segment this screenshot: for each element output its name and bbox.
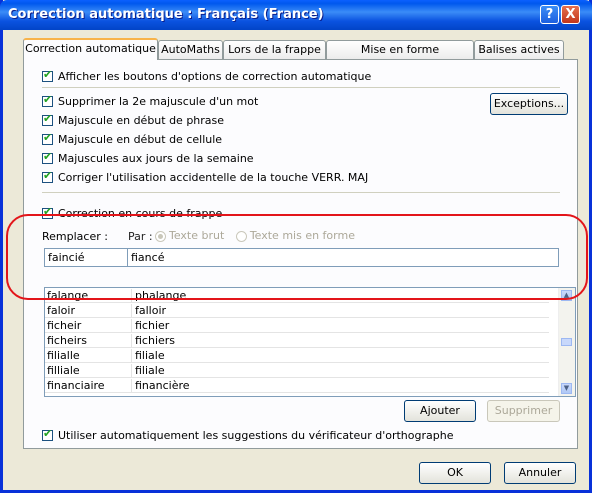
caps-lock-checkbox[interactable]: ✔ Corriger l'utilisation accidentelle de… bbox=[42, 169, 369, 184]
add-button[interactable]: Ajouter bbox=[404, 400, 476, 422]
list-item[interactable]: ficheir fichier bbox=[45, 319, 549, 333]
spellcheck-suggestions-label: Utiliser automatiquement les suggestions… bbox=[58, 429, 454, 442]
weekday-capital-checkbox[interactable]: ✔ Majuscules aux jours de la semaine bbox=[42, 150, 254, 165]
exceptions-button[interactable]: Exceptions... bbox=[490, 93, 568, 115]
checkbox-icon: ✔ bbox=[42, 427, 53, 441]
scroll-up-icon[interactable]: ▲ bbox=[561, 290, 572, 301]
tab-automaths[interactable]: AutoMaths bbox=[158, 40, 223, 59]
separator bbox=[42, 192, 560, 193]
list-item[interactable]: ficheirs fichiers bbox=[45, 334, 549, 348]
checkbox-icon: ✔ bbox=[42, 169, 53, 183]
checkbox-icon: ✔ bbox=[42, 68, 53, 82]
checkbox-icon: ✔ bbox=[42, 112, 53, 126]
scroll-thumb[interactable] bbox=[561, 338, 572, 346]
checkbox-icon: ✔ bbox=[42, 93, 53, 107]
sentence-capital-checkbox[interactable]: ✔ Majuscule en début de phrase bbox=[42, 112, 225, 127]
ok-button[interactable]: OK bbox=[419, 462, 491, 484]
checkbox-icon: ✔ bbox=[42, 131, 53, 145]
autocorrect-panel: ✔ Afficher les boutons d'options de corr… bbox=[23, 59, 578, 449]
tab-as-you-type[interactable]: Lors de la frappe bbox=[223, 40, 326, 59]
list-scrollbar[interactable]: ▲ ▼ bbox=[558, 288, 575, 396]
scroll-down-icon[interactable]: ▼ bbox=[561, 383, 572, 394]
autocorrect-dialog: Correction automatique : Français (Franc… bbox=[0, 0, 592, 493]
cell-capital-checkbox[interactable]: ✔ Majuscule en début de cellule bbox=[42, 131, 223, 146]
tab-smart-tags[interactable]: Balises actives bbox=[474, 40, 564, 59]
separator bbox=[42, 87, 560, 88]
plain-text-radio[interactable] bbox=[155, 230, 166, 242]
autocorrect-entries-list[interactable]: falange phalange faloir falloir ficheir fic… bbox=[44, 287, 576, 397]
with-input[interactable]: fiancé bbox=[127, 248, 559, 267]
formatted-text-label: Texte mis en forme bbox=[249, 229, 355, 242]
show-buttons-label: Afficher les boutons d'options de correc… bbox=[58, 70, 372, 83]
checkbox-icon: ✔ bbox=[42, 150, 53, 164]
sentence-capital-label: Majuscule en début de phrase bbox=[58, 114, 225, 127]
list-item[interactable]: faloir falloir bbox=[45, 304, 549, 318]
replace-as-you-type-label: Correction en cours de frappe bbox=[58, 207, 223, 220]
tab-autoformat[interactable]: Mise en forme automatique bbox=[326, 40, 474, 73]
second-capital-label: Supprimer la 2e majuscule d'un mot bbox=[58, 95, 259, 108]
weekday-capital-label: Majuscules aux jours de la semaine bbox=[58, 152, 254, 165]
window-title: Correction automatique : Français (Franc… bbox=[8, 7, 324, 22]
cancel-button[interactable]: Annuler bbox=[504, 462, 576, 484]
help-button[interactable]: ? bbox=[540, 5, 559, 24]
list-item[interactable]: filliale filiale bbox=[45, 364, 549, 378]
list-item[interactable]: falange phalange bbox=[45, 289, 549, 303]
spellcheck-suggestions-checkbox[interactable]: ✔ Utiliser automatiquement les suggestio… bbox=[42, 427, 454, 442]
replace-label: Remplacer : bbox=[42, 230, 108, 243]
formatted-text-radio[interactable] bbox=[235, 230, 247, 242]
title-bar[interactable]: Correction automatique : Français (Franc… bbox=[0, 0, 592, 30]
replace-as-you-type-checkbox[interactable]: ✔ Correction en cours de frappe bbox=[42, 205, 223, 220]
checkbox-icon: ✔ bbox=[42, 205, 53, 219]
close-button[interactable]: X bbox=[561, 5, 580, 24]
plain-text-label: Texte brut bbox=[169, 229, 225, 242]
delete-button[interactable]: Supprimer bbox=[487, 400, 560, 422]
cell-capital-label: Majuscule en début de cellule bbox=[58, 133, 223, 146]
list-item[interactable]: financiaire financière bbox=[45, 379, 549, 393]
show-buttons-checkbox[interactable]: ✔ Afficher les boutons d'options de corr… bbox=[42, 68, 372, 83]
format-options: Texte brut Texte mis en forme bbox=[152, 229, 355, 242]
with-label: Par : bbox=[128, 230, 153, 243]
tab-autocorrect[interactable]: Correction automatique bbox=[23, 38, 158, 60]
list-item[interactable]: filialle filiale bbox=[45, 349, 549, 363]
replace-input[interactable]: faincié bbox=[44, 248, 128, 267]
second-capital-checkbox[interactable]: ✔ Supprimer la 2e majuscule d'un mot bbox=[42, 93, 259, 108]
caps-lock-label: Corriger l'utilisation accidentelle de l… bbox=[58, 171, 369, 184]
